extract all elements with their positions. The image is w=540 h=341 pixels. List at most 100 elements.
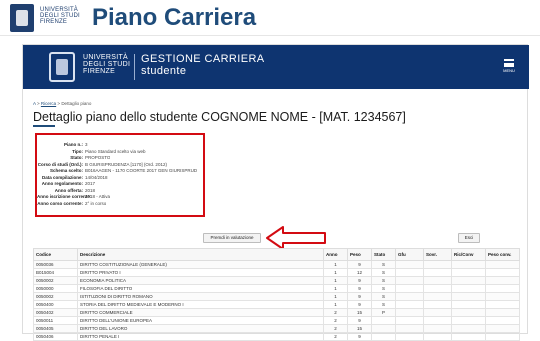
table-row[interactable]: 0050000 FILOSOFIA DEL DIRITTO 1 9 S: [33, 284, 520, 293]
table-row[interactable]: 0050402 DIRITTO COMMERCIALE 2 15 P: [33, 308, 520, 317]
table-cell: 9: [347, 300, 372, 309]
table-cell: 0050036: [33, 260, 78, 269]
table-cell: 1: [323, 292, 348, 301]
table-cell: 12: [347, 268, 372, 277]
table-cell: 0050000: [33, 284, 78, 293]
table-cell: [371, 324, 396, 333]
table-cell: DIRITTO DELL'UNIONE EUROPEA: [77, 316, 324, 325]
column-header[interactable]: Stato: [371, 248, 396, 261]
table-row[interactable]: 0050002 ECONOMIA POLITICA 1 9 S: [33, 276, 520, 285]
table-cell: [395, 276, 424, 285]
banner-university-line: UNIVERSITÀ: [83, 54, 129, 61]
university-seal-icon: [49, 52, 75, 82]
table-cell: 9: [347, 276, 372, 285]
column-header[interactable]: Anno: [323, 248, 348, 261]
column-header[interactable]: Ric/Conv: [451, 248, 486, 261]
plan-info-box: Piano n.: 3 Tipo: Piano Standard scelto vi…: [35, 133, 205, 217]
table-cell: [423, 276, 452, 285]
table-cell: [451, 332, 486, 341]
table-cell: 2: [323, 308, 348, 317]
breadcrumb-link-ricerca[interactable]: Ricerca: [41, 101, 56, 106]
table-cell: 9: [347, 260, 372, 269]
table-cell: [395, 292, 424, 301]
table-cell: S: [371, 276, 396, 285]
table-cell: [485, 284, 520, 293]
breadcrumb: A > Ricerca > Dettaglio piano: [33, 101, 91, 106]
table-cell: 0050002: [33, 292, 78, 301]
table-cell: 2: [323, 324, 348, 333]
table-cell: 0050405: [33, 324, 78, 333]
table-cell: S: [371, 292, 396, 301]
table-cell: [485, 268, 520, 277]
table-cell: ECONOMIA POLITICA: [77, 276, 324, 285]
table-cell: 0050011: [33, 316, 78, 325]
table-cell: 0050002: [33, 276, 78, 285]
table-cell: [451, 300, 486, 309]
banner-divider: [134, 54, 135, 80]
table-cell: 9: [347, 284, 372, 293]
table-cell: 1: [323, 284, 348, 293]
table-row[interactable]: 0050405 DIRITTO DEL LAVORO 2 15: [33, 324, 520, 333]
table-cell: [485, 324, 520, 333]
title-underline: [33, 125, 55, 127]
table-cell: ISTITUZIONI DI DIRITTO ROMANO: [77, 292, 324, 301]
table-cell: [451, 324, 486, 333]
app-banner: UNIVERSITÀ DEGLI STUDI FIRENZE GESTIONE …: [23, 45, 529, 89]
table-row[interactable]: B015004 DIRITTO PRIVATO I 1 12 S: [33, 268, 520, 277]
table-cell: 2: [323, 316, 348, 325]
table-row[interactable]: 0050406 DIRITTO PENALE I29: [33, 332, 520, 341]
document-header: UNIVERSITÀ DEGLI STUDI FIRENZE Piano Car…: [0, 0, 540, 36]
table-cell: 9: [347, 316, 372, 325]
table-cell: 9: [347, 292, 372, 301]
table-cell: [423, 300, 452, 309]
column-header[interactable]: Gfu: [395, 248, 424, 261]
table-cell: 1: [323, 260, 348, 269]
table-cell: 0050406: [33, 332, 78, 341]
exit-button[interactable]: Esci: [458, 233, 480, 243]
info-row-anno-corso: Anno corso corrente: 2° in corso: [37, 201, 197, 208]
banner-university-line: FIRENZE: [83, 68, 116, 75]
table-cell: [451, 292, 486, 301]
table-cell: [451, 276, 486, 285]
table-cell: S: [371, 260, 396, 269]
table-cell: S: [371, 284, 396, 293]
university-name: UNIVERSITÀ DEGLI STUDI FIRENZE: [40, 7, 80, 25]
table-cell: [395, 300, 424, 309]
table-cell: [395, 324, 424, 333]
table-cell: [395, 308, 424, 317]
column-header[interactable]: Descrizione: [77, 248, 324, 261]
table-cell: [395, 316, 424, 325]
banner-university-name: UNIVERSITÀ DEGLI STUDI FIRENZE: [83, 54, 130, 75]
table-cell: DIRITTO COMMERCIALE: [77, 308, 324, 317]
submit-for-evaluation-button[interactable]: Premdi in valutazione: [203, 233, 261, 243]
table-cell: [423, 260, 452, 269]
table-row[interactable]: 0050002 ISTITUZIONI DI DIRITTO ROMANO 1 9 S: [33, 292, 520, 301]
table-row[interactable]: 0050011 DIRITTO DELL'UNIONE EUROPEA 2 9: [33, 316, 520, 325]
table-cell: DIRITTO PENALE I: [77, 332, 324, 341]
menu-button[interactable]: MENU: [501, 57, 517, 73]
column-header[interactable]: Peso: [347, 248, 372, 261]
table-cell: [485, 308, 520, 317]
app-name-line: studente: [141, 65, 187, 77]
table-header-row: Codice Descrizione Anno Peso Stato Gfu S…: [33, 248, 520, 261]
info-value: 2° in corso: [85, 200, 107, 206]
table-cell: [485, 276, 520, 285]
table-cell: [423, 332, 452, 341]
table-cell: 1: [323, 276, 348, 285]
table-cell: [451, 284, 486, 293]
table-row[interactable]: 0050036 DIRITTO COSTITUZIONALE (GENERALE)…: [33, 260, 520, 269]
table-cell: 1: [323, 300, 348, 309]
column-header[interactable]: Sovr.: [423, 248, 452, 261]
table-cell: [371, 316, 396, 325]
table-cell: [485, 260, 520, 269]
column-header[interactable]: Peso conv.: [485, 248, 520, 261]
table-cell: [371, 332, 396, 341]
banner-university-line: DEGLI STUDI: [83, 61, 131, 68]
column-header[interactable]: Codice: [33, 248, 78, 261]
table-cell: [485, 316, 520, 325]
table-cell: [423, 268, 452, 277]
main-content: A > Ricerca > Dettaglio piano Dettaglio …: [33, 101, 520, 341]
table-row[interactable]: 0050400 STORIA DEL DIRITTO MEDIEVALE E MO…: [33, 300, 520, 309]
table-cell: [485, 332, 520, 341]
document-title: Piano Carriera: [92, 4, 257, 31]
